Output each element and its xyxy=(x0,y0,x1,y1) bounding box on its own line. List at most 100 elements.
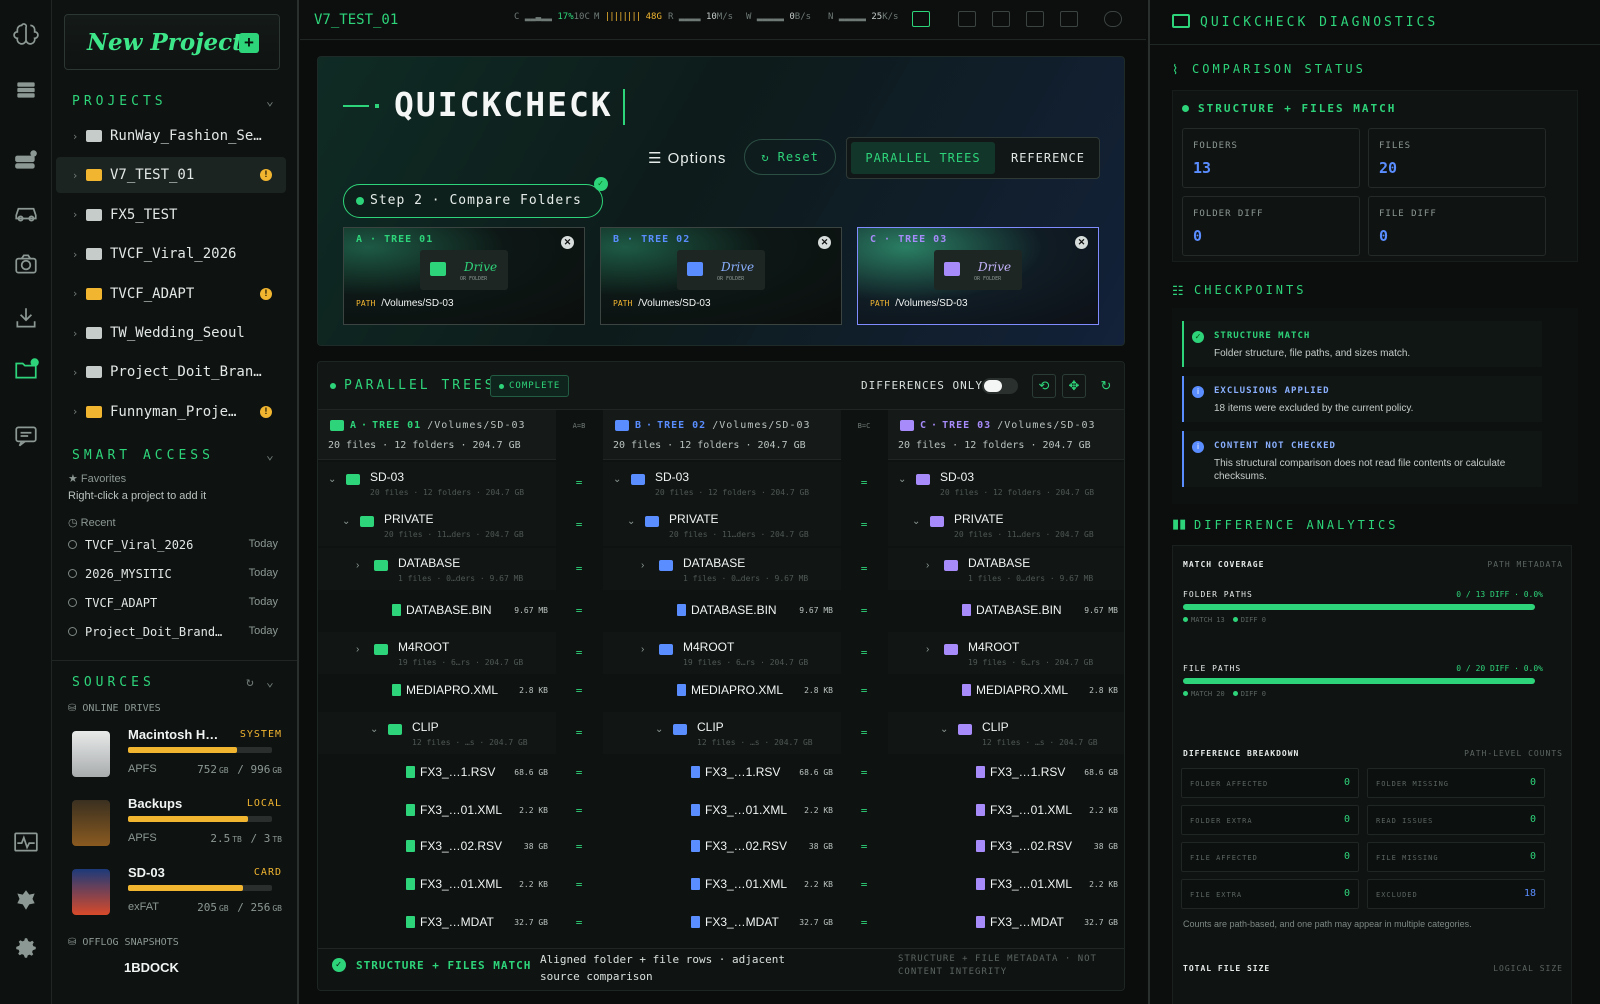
info-icon[interactable] xyxy=(1104,11,1122,27)
brain-icon[interactable] xyxy=(12,20,40,48)
chevron-down-icon[interactable]: ⌄ xyxy=(370,724,378,735)
folder-row[interactable]: › DATABASE 1 files · 0…ders · 9.67 MB xyxy=(318,548,556,590)
folder-row[interactable]: ⌄ PRIVATE 20 files · 11…ders · 204.7 GB xyxy=(603,504,841,546)
options-button[interactable]: ☰ Options xyxy=(648,149,726,167)
folder-row[interactable]: ⌄ CLIP 12 files · …s · 204.7 GB xyxy=(888,712,1124,754)
expand-icon[interactable]: ✥ xyxy=(1062,374,1086,398)
reset-button[interactable]: ↻ Reset xyxy=(744,139,836,175)
file-row[interactable]: FX3_…02.RSV 38 GB xyxy=(603,828,841,864)
project-item[interactable]: › Project_Doit_Bran… xyxy=(56,354,286,390)
file-row[interactable]: FX3_…01.XML 2.2 KB xyxy=(603,792,841,828)
drive-drop-target[interactable]: Drive OR FOLDER xyxy=(677,250,765,290)
chevron-right-icon[interactable]: › xyxy=(356,560,359,571)
drive-item[interactable]: Backups LOCAL APFS 2.5 TB / 3 TB xyxy=(72,796,282,858)
badge-icon[interactable] xyxy=(12,886,40,914)
chevron-down-icon[interactable]: ⌄ xyxy=(627,516,635,527)
chevron-right-icon[interactable]: › xyxy=(356,644,359,655)
new-project-button[interactable]: New Project + xyxy=(64,14,280,70)
file-row[interactable]: DATABASE.BIN 9.67 MB xyxy=(603,592,841,628)
folder-row[interactable]: ⌄ SD-03 20 files · 12 folders · 204.7 GB xyxy=(888,462,1124,504)
file-row[interactable]: MEDIAPRO.XML 2.8 KB xyxy=(603,672,841,708)
chevron-down-icon[interactable]: ⌄ xyxy=(912,516,920,527)
file-row[interactable]: FX3_…02.RSV 38 GB xyxy=(888,828,1124,864)
layout-bottom-icon[interactable] xyxy=(992,11,1010,27)
file-row[interactable]: FX3_…01.XML 2.2 KB xyxy=(603,866,841,902)
refresh-icon[interactable]: ↻ xyxy=(246,675,254,690)
file-row[interactable]: FX3_…01.XML 2.2 KB xyxy=(318,792,556,828)
folder-row[interactable]: › DATABASE 1 files · 0…ders · 9.67 MB xyxy=(888,548,1124,590)
folder-row[interactable]: › M4ROOT 19 files · 6…rs · 204.7 GB xyxy=(318,632,556,674)
folder-row[interactable]: ⌄ PRIVATE 20 files · 11…ders · 204.7 GB xyxy=(888,504,1124,546)
project-item[interactable]: › TVCF_Viral_2026 xyxy=(56,236,286,272)
folder-row[interactable]: ⌄ SD-03 20 files · 12 folders · 204.7 GB xyxy=(603,462,841,504)
layout-split-icon[interactable] xyxy=(1026,11,1044,27)
close-icon[interactable]: ✕ xyxy=(561,236,574,249)
chevron-right-icon[interactable]: › xyxy=(926,560,929,571)
chevron-down-icon[interactable]: ⌄ xyxy=(940,724,948,735)
folder-row[interactable]: › M4ROOT 19 files · 6…rs · 204.7 GB xyxy=(888,632,1124,674)
close-icon[interactable]: ✕ xyxy=(1075,236,1088,249)
folder-row[interactable]: ⌄ SD-03 20 files · 12 folders · 204.7 GB xyxy=(318,462,556,504)
folder-row[interactable]: › M4ROOT 19 files · 6…rs · 204.7 GB xyxy=(603,632,841,674)
file-row[interactable]: DATABASE.BIN 9.67 MB xyxy=(318,592,556,628)
file-row[interactable]: MEDIAPRO.XML 2.8 KB xyxy=(318,672,556,708)
drive-item[interactable]: SD-03 CARD exFAT 205 GB / 256 GB xyxy=(72,865,282,927)
folder-row[interactable]: ⌄ PRIVATE 20 files · 11…ders · 204.7 GB xyxy=(318,504,556,546)
recent-item[interactable]: TVCF_Viral_2026 Today xyxy=(68,538,278,552)
sidebar-toggle-icon[interactable] xyxy=(912,11,930,27)
file-row[interactable]: FX3_…1.RSV 68.6 GB xyxy=(318,754,556,790)
file-row[interactable]: FX3_…01.XML 2.2 KB xyxy=(318,866,556,902)
source-card[interactable]: B · TREE 02 ✕ Drive OR FOLDER PATH/Volumes/S… xyxy=(600,227,842,325)
drives-icon[interactable] xyxy=(12,146,40,174)
chevron-right-icon[interactable]: › xyxy=(64,208,86,221)
projects-header[interactable]: PROJECTS ⌄ xyxy=(72,94,274,109)
project-item[interactable]: › TVCF_ADAPT! xyxy=(56,276,286,312)
chevron-right-icon[interactable]: › xyxy=(64,130,86,143)
project-item[interactable]: › RunWay_Fashion_Se… xyxy=(56,118,286,154)
file-row[interactable]: FX3_…1.RSV 68.6 GB xyxy=(888,754,1124,790)
offlog-snapshot-item[interactable]: 1BDOCK xyxy=(124,960,179,975)
sources-header[interactable]: SOURCES ⌄ ↻ xyxy=(72,675,274,690)
chevron-down-icon[interactable]: ⌄ xyxy=(613,474,621,485)
chat-icon[interactable] xyxy=(12,422,40,450)
chevron-down-icon[interactable]: ⌄ xyxy=(898,474,906,485)
file-row[interactable]: FX3_…MDAT 32.7 GB xyxy=(318,904,556,940)
file-row[interactable]: MEDIAPRO.XML 2.8 KB xyxy=(888,672,1124,708)
project-item[interactable]: › FX5_TEST xyxy=(56,197,286,233)
project-item[interactable]: › V7_TEST_01! xyxy=(56,157,286,194)
chevron-right-icon[interactable]: › xyxy=(64,327,86,340)
layout-media-icon[interactable] xyxy=(1060,11,1078,27)
file-row[interactable]: DATABASE.BIN 9.67 MB xyxy=(888,592,1124,628)
chevron-down-icon[interactable]: ⌄ xyxy=(655,724,663,735)
file-row[interactable]: FX3_…1.RSV 68.6 GB xyxy=(603,754,841,790)
chevron-right-icon[interactable]: › xyxy=(64,366,86,379)
chevron-right-icon[interactable]: › xyxy=(641,644,644,655)
chevron-down-icon[interactable]: ⌄ xyxy=(266,94,274,109)
source-card[interactable]: A · TREE 01 ✕ Drive OR FOLDER PATH/Volumes/S… xyxy=(343,227,585,325)
chevron-down-icon[interactable]: ⌄ xyxy=(266,675,274,690)
chevron-right-icon[interactable]: › xyxy=(64,405,86,418)
differences-only-toggle[interactable] xyxy=(982,378,1018,394)
file-row[interactable]: FX3_…MDAT 32.7 GB xyxy=(603,904,841,940)
sync-icon[interactable]: ⟲ xyxy=(1032,374,1056,398)
tab-reference[interactable]: REFERENCE xyxy=(999,142,1097,174)
file-row[interactable]: FX3_…01.XML 2.2 KB xyxy=(888,792,1124,828)
recent-item[interactable]: 2026_MYSITIC Today xyxy=(68,567,278,581)
chevron-right-icon[interactable]: › xyxy=(641,560,644,571)
pulse-icon[interactable] xyxy=(12,828,40,856)
gear-icon[interactable] xyxy=(12,934,40,962)
recent-item[interactable]: Project_Doit_Brand… Today xyxy=(68,625,278,639)
drive-drop-target[interactable]: Drive OR FOLDER xyxy=(934,250,1022,290)
chevron-right-icon[interactable]: › xyxy=(64,287,86,300)
chevron-down-icon[interactable]: ⌄ xyxy=(266,448,274,463)
chevron-right-icon[interactable]: › xyxy=(64,248,86,261)
project-item[interactable]: › Funnyman_Proje…! xyxy=(56,394,286,430)
stack-icon[interactable] xyxy=(12,76,40,104)
close-icon[interactable]: ✕ xyxy=(818,236,831,249)
project-item[interactable]: › TW_Wedding_Seoul xyxy=(56,315,286,351)
tab-parallel-trees[interactable]: PARALLEL TREES xyxy=(851,142,995,174)
camera-icon[interactable] xyxy=(12,250,40,278)
chevron-right-icon[interactable]: › xyxy=(926,644,929,655)
drive-drop-target[interactable]: Drive OR FOLDER xyxy=(420,250,508,290)
refresh-icon[interactable]: ↻ xyxy=(1094,374,1118,398)
